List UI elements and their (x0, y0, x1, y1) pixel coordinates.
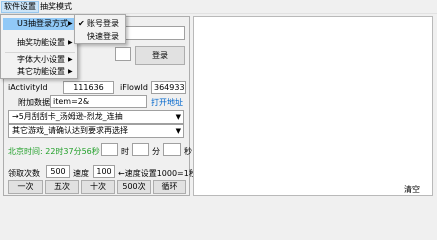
minute-unit: 分 (152, 147, 160, 156)
submenu-arrow-icon: ▶ (68, 39, 73, 46)
draw-count-input[interactable]: 500 (46, 165, 70, 178)
menu-lottery-settings-label: 抽奖功能设置 (17, 38, 65, 47)
draw-once-button[interactable]: 一次 (8, 180, 43, 194)
menu-login-method[interactable]: U3抽登录方式 (3, 18, 75, 30)
draw-five-button[interactable]: 五次 (45, 180, 79, 194)
login-method-submenu: ✔ 账号登录 快速登录 (74, 14, 126, 44)
flow-id-label: iFlowId (120, 83, 148, 92)
server-combo-value: →5月刮刮卡_汤姆逊-烈龙_连抽 (12, 112, 123, 121)
chevron-down-icon: ▼ (175, 113, 181, 121)
check-icon: ✔ (78, 19, 85, 28)
server-combo[interactable]: →5月刮刮卡_汤姆逊-烈龙_连抽 ▼ (8, 110, 184, 124)
clear-button[interactable]: 清空 (404, 184, 420, 195)
menu-other-settings-label: 其它功能设置 (17, 67, 65, 76)
hour-unit: 时 (121, 147, 129, 156)
activity-id-input[interactable]: 111636 (63, 81, 114, 94)
log-panel[interactable] (193, 16, 433, 196)
menu-other-settings[interactable]: 其它功能设置 (3, 66, 75, 78)
hour-input[interactable] (101, 143, 118, 156)
second-unit: 秒 (184, 147, 192, 156)
login-button[interactable]: 登录 (135, 46, 185, 65)
other-game-combo[interactable]: 其它游戏_请确认达到要求再选择 ▼ (8, 124, 184, 138)
other-game-combo-value: 其它游戏_请确认达到要求再选择 (12, 126, 128, 135)
menu-font-size-label: 字体大小设置 (17, 55, 65, 64)
activity-id-label: iActivityId (8, 83, 48, 92)
submenu-arrow-icon: ▶ (68, 20, 73, 27)
draw-500-button[interactable]: 500次 (117, 180, 151, 194)
submenu-arrow-icon: ▶ (68, 68, 73, 75)
extra-data-input[interactable]: item=2& (50, 95, 147, 108)
extra-data-label: 附加数据 (18, 98, 50, 107)
draw-count-label: 领取次数 (8, 169, 40, 178)
loop-button[interactable]: 循环 (153, 180, 186, 194)
submenu-quick-login[interactable]: 快速登录 (87, 31, 119, 43)
speed-label: 速度 (73, 169, 89, 178)
menu-lottery-mode[interactable]: 抽奖模式 (38, 1, 74, 13)
draw-ten-button[interactable]: 十次 (81, 180, 115, 194)
submenu-account-login[interactable]: 账号登录 (87, 18, 119, 30)
second-input[interactable] (163, 143, 181, 156)
menu-font-size[interactable]: 字体大小设置 (3, 54, 75, 66)
open-address-link[interactable]: 打开地址 (151, 97, 183, 108)
menu-login-method-label: U3抽登录方式 (17, 19, 68, 28)
settings-dropdown: U3抽登录方式 ▶ 抽奖功能设置 ▶ 字体大小设置 ▶ 其它功能设置 ▶ (0, 14, 78, 79)
submenu-arrow-icon: ▶ (68, 56, 73, 63)
speed-input[interactable]: 100 (93, 165, 115, 178)
menu-lottery-settings[interactable]: 抽奖功能设置 (3, 37, 75, 49)
chevron-down-icon: ▼ (175, 127, 181, 135)
minute-input[interactable] (132, 143, 149, 156)
password-input[interactable] (115, 47, 131, 61)
speed-hint: ←速度设置1000=1秒 (118, 169, 197, 178)
beijing-time-label: 北京时间: 22时37分56秒 (8, 147, 100, 156)
menu-separator (5, 52, 75, 53)
flow-id-input[interactable]: 364933 (151, 81, 186, 94)
menu-software-settings[interactable]: 软件设置 (1, 1, 39, 13)
